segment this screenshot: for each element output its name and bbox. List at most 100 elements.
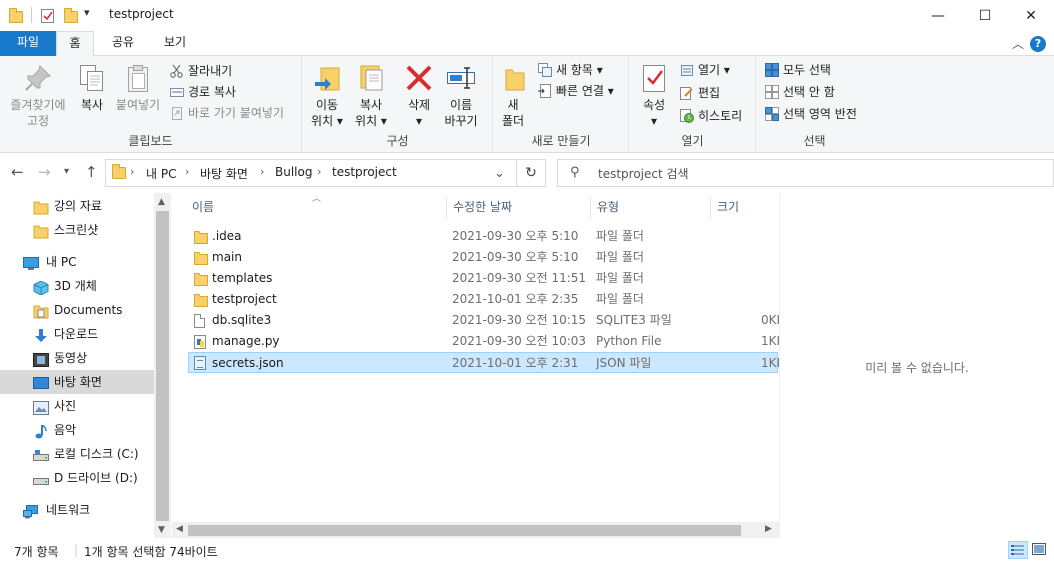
pin-to-quick-access-button[interactable]: 즐겨찾기에 고정 xyxy=(2,60,74,129)
nav-item-desktop[interactable]: 바탕 화면 xyxy=(0,370,154,394)
nav-item-pictures[interactable]: 사진 xyxy=(0,394,154,418)
breadcrumb-this-pc[interactable]: 내 PC xyxy=(146,165,176,182)
column-header-date[interactable]: 수정한 날짜 xyxy=(453,198,593,222)
scroll-right-icon[interactable]: ▶ xyxy=(765,524,772,534)
breadcrumb-testproject[interactable]: testproject xyxy=(332,165,397,179)
invert-selection-button[interactable]: 선택 영역 반전 xyxy=(765,104,857,124)
maximize-button[interactable]: ☐ xyxy=(962,0,1008,31)
back-button[interactable]: ← xyxy=(11,163,24,181)
nav-item-documents[interactable]: Documents xyxy=(0,298,154,322)
new-folder-button[interactable]: 새 폴더 xyxy=(498,60,528,129)
nav-item-music[interactable]: 음악 xyxy=(0,418,154,442)
paste-icon xyxy=(122,62,154,94)
new-item-button[interactable]: 새 항목 ▾ xyxy=(538,60,603,80)
up-button[interactable]: ↑ xyxy=(85,163,98,181)
file-row-idea[interactable]: .idea 2021-09-30 오후 5:10 파일 폴더 xyxy=(188,226,778,247)
file-row-templates[interactable]: templates 2021-09-30 오전 11:51 파일 폴더 xyxy=(188,268,778,289)
select-all-icon xyxy=(765,63,779,77)
edit-button[interactable]: 편집 xyxy=(680,83,720,103)
python-file-icon xyxy=(194,335,206,349)
file-row-main[interactable]: main 2021-09-30 오후 5:10 파일 폴더 xyxy=(188,247,778,268)
copy-to-button[interactable]: 복사 위치 ▾ xyxy=(351,60,391,129)
delete-button[interactable]: 삭제 ▾ xyxy=(399,60,439,129)
invert-selection-icon xyxy=(765,107,779,121)
breadcrumb-separator: › xyxy=(185,165,190,178)
nav-item-downloads[interactable]: 다운로드 xyxy=(0,322,154,346)
easy-access-button[interactable]: 빠른 연결 ▾ xyxy=(538,81,614,101)
minimize-button[interactable]: — xyxy=(915,0,961,31)
nav-item-this-pc[interactable]: 내 PC xyxy=(0,250,154,274)
search-input[interactable]: testproject 검색 xyxy=(598,165,689,182)
column-header-name[interactable]: 이름 xyxy=(192,198,442,222)
ribbon-collapse-icon[interactable]: ︿ xyxy=(1012,35,1024,52)
ribbon-tabs: 파일 홈 공유 보기 ︿ ? xyxy=(0,31,1054,57)
select-none-button[interactable]: 선택 안 함 xyxy=(765,82,835,102)
scroll-up-icon[interactable]: ▲ xyxy=(158,197,165,207)
copy-button[interactable]: 복사 xyxy=(74,60,110,113)
select-group-label: 선택 xyxy=(803,134,826,148)
scrollbar-thumb[interactable] xyxy=(188,525,741,536)
copy-to-label-line1: 복사 xyxy=(359,98,383,112)
history-button[interactable]: 히스토리 xyxy=(680,106,742,126)
close-button[interactable]: ✕ xyxy=(1008,0,1054,31)
forward-button[interactable]: → xyxy=(38,163,51,181)
details-view-button[interactable] xyxy=(1008,541,1028,559)
quick-access-dropdown-icon[interactable]: ▾ xyxy=(84,6,90,19)
move-to-button[interactable]: 이동 위치 ▾ xyxy=(307,60,347,129)
scrollbar-thumb[interactable] xyxy=(156,211,169,521)
properties-label-line1: 속성 xyxy=(642,98,666,112)
address-bar[interactable]: › 내 PC › 바탕 화면 › Bullog › testproject ⌄ xyxy=(105,159,546,187)
cut-button[interactable]: 잘라내기 xyxy=(170,61,232,81)
nav-item-local-disk-c[interactable]: 로컬 디스크 (C:) xyxy=(0,442,154,466)
open-button[interactable]: 열기 ▾ xyxy=(680,60,730,80)
breadcrumb-bullog[interactable]: Bullog xyxy=(275,165,312,179)
refresh-button[interactable]: ↻ xyxy=(516,159,546,187)
file-row-db-sqlite3[interactable]: db.sqlite3 2021-09-30 오전 10:15 SQLITE3 파… xyxy=(188,310,780,331)
large-icons-view-button[interactable] xyxy=(1030,541,1050,559)
column-header-size[interactable]: 크기 xyxy=(717,198,767,222)
rename-button[interactable]: 이름 바꾸기 xyxy=(441,60,481,129)
document-icon xyxy=(194,314,205,328)
properties-button[interactable]: 속성 ▾ xyxy=(636,60,672,129)
column-divider[interactable] xyxy=(590,197,591,219)
column-divider[interactable] xyxy=(710,197,711,219)
nav-item-videos[interactable]: 동영상 xyxy=(0,346,154,370)
tab-view[interactable]: 보기 xyxy=(152,31,198,56)
nav-item-label: 사진 xyxy=(54,399,77,413)
new-folder-quick-icon[interactable] xyxy=(64,8,78,23)
clipboard-group: 즐겨찾기에 고정 복사 붙여넣기 잘라내기 경로 복사 바로 가기 붙여넣기 클… xyxy=(0,56,302,153)
recent-locations-icon[interactable]: ▾ xyxy=(64,166,69,177)
tab-file[interactable]: 파일 xyxy=(0,31,56,56)
scroll-left-icon[interactable]: ◀ xyxy=(176,524,183,534)
nav-item-network[interactable]: 네트워크 xyxy=(0,498,154,522)
file-row-secrets-json[interactable]: secrets.json 2021-10-01 오후 2:31 JSON 파일 … xyxy=(188,352,780,373)
pin-icon xyxy=(22,62,54,94)
ribbon: 즐겨찾기에 고정 복사 붙여넣기 잘라내기 경로 복사 바로 가기 붙여넣기 클… xyxy=(0,56,1054,153)
tab-share[interactable]: 공유 xyxy=(100,31,146,56)
scroll-down-icon[interactable]: ▼ xyxy=(158,525,165,535)
file-list-horizontal-scrollbar[interactable]: ◀ ▶ xyxy=(172,522,779,539)
nav-item-lecture-materials[interactable]: 강의 자료 xyxy=(0,194,154,218)
nav-item-drive-d[interactable]: D 드라이브 (D:) xyxy=(0,466,154,490)
paste-shortcut-button[interactable]: 바로 가기 붙여넣기 xyxy=(170,103,284,123)
address-history-chevron-icon[interactable]: ⌄ xyxy=(494,166,505,181)
nav-item-label: Documents xyxy=(54,303,123,317)
network-icon xyxy=(23,503,39,519)
copy-path-button[interactable]: 경로 복사 xyxy=(170,82,236,102)
drive-icon xyxy=(33,471,49,485)
navigation-scrollbar[interactable]: ▲ ▼ xyxy=(154,193,171,538)
select-all-button[interactable]: 모두 선택 xyxy=(765,60,831,80)
preview-message: 미리 볼 수 없습니다. xyxy=(865,361,969,375)
nav-item-screenshots[interactable]: 스크린샷 xyxy=(0,218,154,242)
tab-home[interactable]: 홈 xyxy=(56,31,94,57)
properties-quick-icon[interactable] xyxy=(41,8,55,27)
nav-item-3d-objects[interactable]: 3D 개체 xyxy=(0,274,154,298)
search-box[interactable]: ⚲ testproject 검색 xyxy=(557,159,1054,187)
file-row-testproject[interactable]: testproject 2021-10-01 오후 2:35 파일 폴더 xyxy=(188,289,778,310)
help-icon[interactable]: ? xyxy=(1030,36,1046,52)
file-row-manage-py[interactable]: manage.py 2021-09-30 오전 10:03 Python Fil… xyxy=(188,331,780,352)
column-header-type[interactable]: 유형 xyxy=(597,198,707,222)
column-divider[interactable] xyxy=(446,197,447,219)
paste-button[interactable]: 붙여넣기 xyxy=(112,60,164,113)
breadcrumb-desktop[interactable]: 바탕 화면 xyxy=(200,165,248,182)
